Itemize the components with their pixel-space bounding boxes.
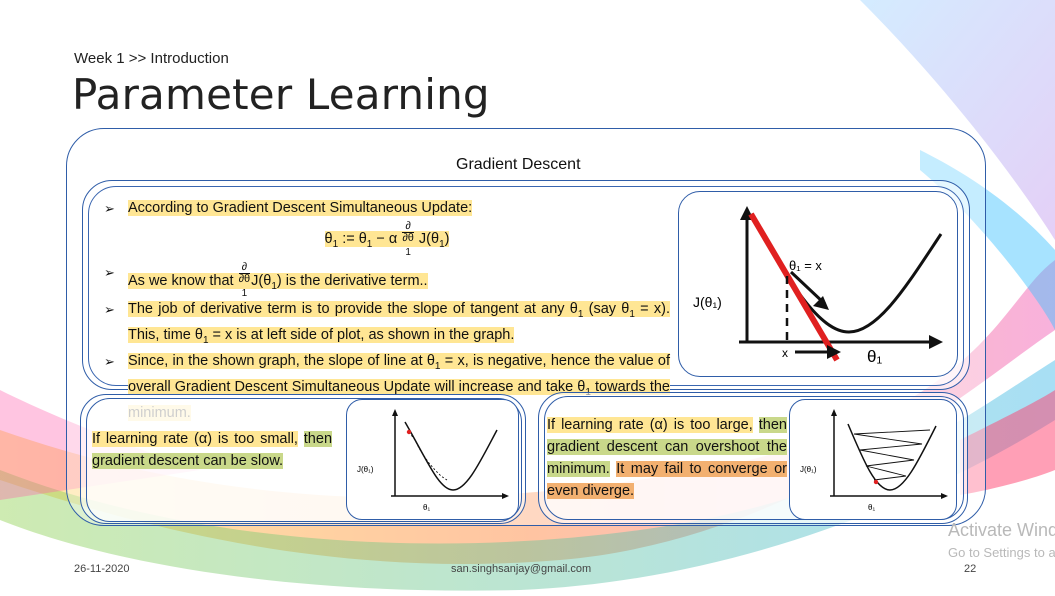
x-axis-label: θ₁ [868,503,875,512]
partial-derivative-fraction: ∂ ∂θ 1 [238,261,251,300]
activate-windows-watermark: Activate Windows [948,520,1055,540]
x-axis-arrow-icon [929,335,943,349]
update-formula: θ1 := θ1 − α ∂ ∂θ 1 J(θ1) [324,220,450,259]
start-point [873,479,879,485]
x-marker-label: x [782,346,788,360]
small-learning-rate-graph: J(θ₁) θ₁ [346,399,519,520]
y-axis-arrow-icon [392,409,398,416]
cost-curve [404,421,498,491]
footer-date: 26-11-2020 [74,563,130,575]
descent-arrowhead-icon [813,296,829,310]
x-axis-label: θ₁ [867,347,882,366]
x-axis-arrow-icon [502,493,509,499]
y-axis-label: J(θ₁) [693,294,722,310]
large-learning-rate-graph: J(θ₁) θ₁ [789,399,957,520]
bullet-item: ➢ According to Gradient Descent Simultan… [104,198,670,219]
point-label: θ₁ = x [789,258,822,273]
arrow-bullet-icon: ➢ [104,302,115,318]
arrow-bullet-icon: ➢ [104,265,115,281]
y-axis-arrow-icon [831,409,837,416]
arrow-bullet-icon: ➢ [104,354,115,370]
activate-windows-hint: Go to Settings to activate Windows. [948,545,1055,560]
large-learning-rate-svg: J(θ₁) θ₁ [800,409,948,512]
bullet-list: ➢ According to Gradient Descent Simultan… [104,198,670,424]
large-learning-rate-text: If learning rate (α) is too large, then … [547,417,787,499]
tangent-line [748,212,840,362]
cost-curve [749,213,943,334]
derivative-graph: J(θ₁) θ₁ θ₁ = x x [678,191,958,377]
small-learning-rate-svg: J(θ₁) θ₁ [357,409,509,512]
bullet-item: ➢ The job of derivative term is to provi… [104,301,670,347]
small-steps-path [408,431,448,481]
page-title: Parameter Learning [72,70,490,119]
derivative-graph-svg: J(θ₁) θ₁ θ₁ = x x [693,206,943,366]
y-axis-label: J(θ₁) [800,465,817,474]
footer-page-number: 22 [964,563,977,575]
footer-email: san.singhsanjay@gmail.com [451,563,592,575]
section-title: Gradient Descent [456,156,581,173]
diverging-steps-path [853,429,931,481]
breadcrumb: Week 1 >> Introduction [74,50,229,67]
x-axis-arrow-icon [941,493,948,499]
x-axis-label: θ₁ [423,503,430,512]
partial-derivative-fraction: ∂ ∂θ 1 [402,220,414,259]
arrow-bullet-icon: ➢ [104,201,115,216]
y-axis-label: J(θ₁) [357,465,374,474]
bullet-item: ➢ As we know that ∂ ∂θ 1 J(θ1) is the deriv… [104,261,428,300]
bullet-text: According to Gradient Descent Simultaneo… [128,200,473,216]
start-point [406,429,412,435]
small-learning-rate-text: If learning rate (α) is too small, then … [92,431,333,469]
